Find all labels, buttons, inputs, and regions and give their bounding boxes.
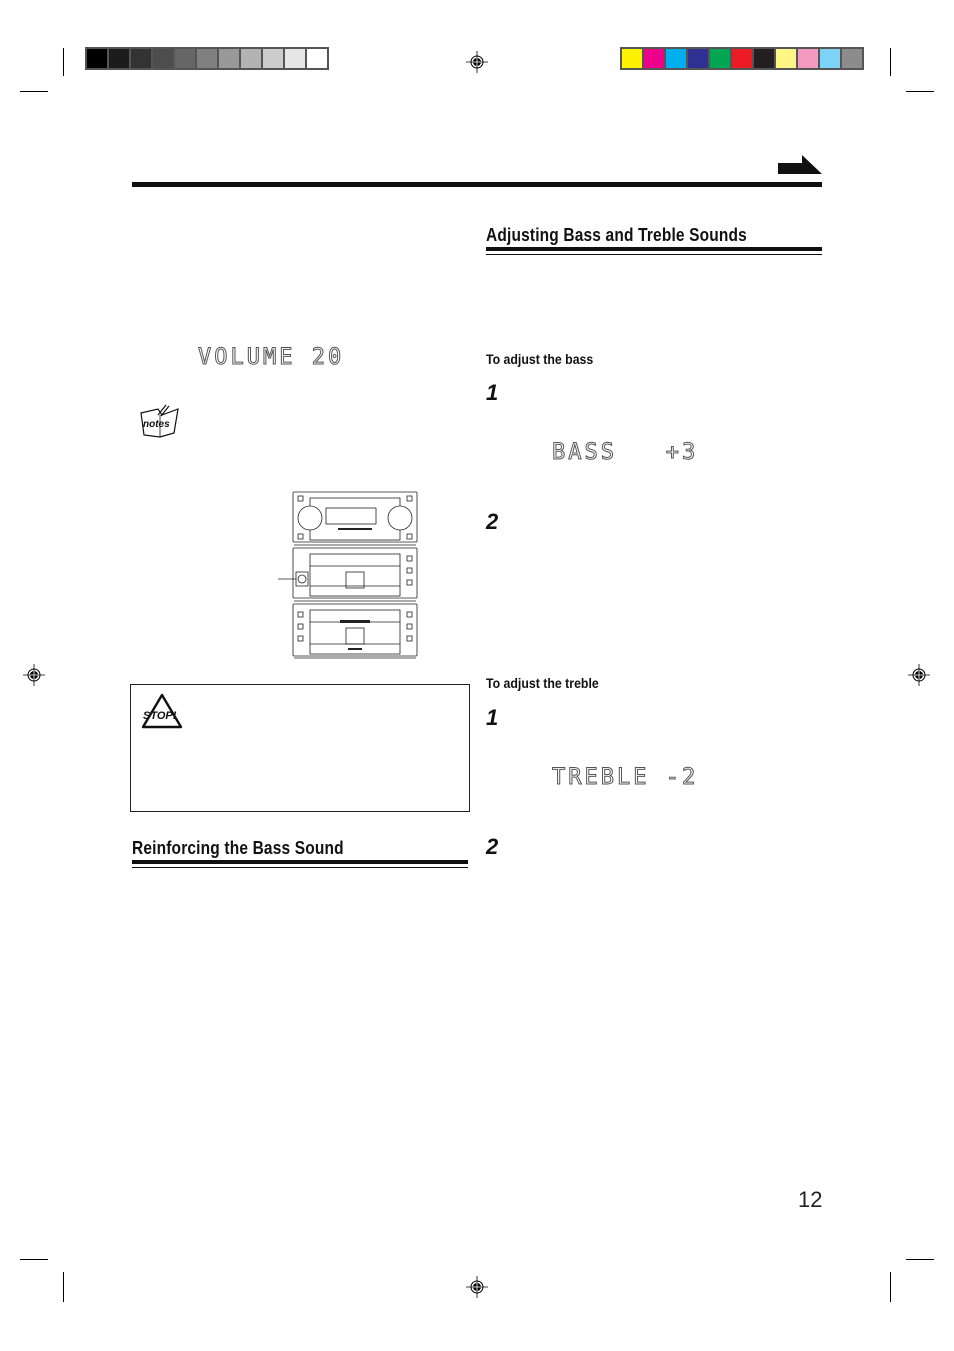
color-swatch: [776, 49, 796, 68]
lcd-display-volume: VOLUME 20: [197, 345, 345, 371]
crop-mark: [906, 1259, 934, 1260]
crop-mark: [63, 48, 64, 76]
continue-arrow-icon: [778, 155, 822, 174]
color-swatch: [754, 49, 774, 68]
crop-mark: [890, 48, 891, 76]
color-swatch: [622, 49, 642, 68]
grayscale-calibration-bar: [85, 47, 329, 70]
registration-mark-icon: [23, 664, 45, 686]
crop-mark: [906, 91, 934, 92]
color-swatch: [666, 49, 686, 68]
lcd-display-treble: TREBLE -2: [551, 765, 699, 791]
crop-mark: [20, 1259, 48, 1260]
stop-icon-label: STOP!: [143, 710, 177, 722]
color-swatch: [307, 49, 327, 68]
registration-mark-icon: [466, 51, 488, 73]
subheading-adjust-bass: To adjust the bass: [486, 351, 594, 367]
caution-box: STOP!: [130, 684, 470, 812]
section-heading-adjusting-bass-treble: Adjusting Bass and Treble Sounds: [486, 225, 747, 245]
color-calibration-bar: [620, 47, 864, 70]
header-rule: [132, 182, 822, 187]
step-number: 2: [486, 834, 499, 859]
stop-warning-icon: STOP!: [141, 693, 183, 729]
step-number: 1: [486, 705, 499, 730]
page-number: 12: [798, 1187, 823, 1212]
color-swatch: [732, 49, 752, 68]
heading-rule: [132, 860, 468, 864]
subheading-adjust-treble: To adjust the treble: [486, 675, 599, 691]
color-swatch: [820, 49, 840, 68]
lcd-display-bass: BASS +3: [551, 440, 699, 466]
color-swatch: [285, 49, 305, 68]
stereo-system-illustration: [278, 491, 418, 659]
crop-mark: [63, 1272, 64, 1302]
color-swatch: [688, 49, 708, 68]
registration-mark-icon: [908, 664, 930, 686]
color-swatch: [197, 49, 217, 68]
color-swatch: [842, 49, 862, 68]
color-swatch: [219, 49, 239, 68]
color-swatch: [263, 49, 283, 68]
heading-rule: [486, 247, 822, 251]
color-swatch: [644, 49, 664, 68]
color-swatch: [798, 49, 818, 68]
crop-mark: [20, 91, 48, 92]
color-swatch: [710, 49, 730, 68]
step-number: 1: [486, 380, 499, 405]
color-swatch: [153, 49, 173, 68]
color-swatch: [131, 49, 151, 68]
section-heading-reinforcing-bass: Reinforcing the Bass Sound: [132, 838, 344, 858]
color-swatch: [241, 49, 261, 68]
registration-mark-icon: [466, 1276, 488, 1298]
heading-rule: [132, 867, 468, 868]
color-swatch: [109, 49, 129, 68]
crop-mark: [890, 1272, 891, 1302]
color-swatch: [175, 49, 195, 68]
notes-icon-label: notes: [143, 419, 170, 430]
heading-rule: [486, 254, 822, 255]
step-number: 2: [486, 509, 499, 534]
notes-icon: notes: [140, 404, 179, 438]
color-swatch: [87, 49, 107, 68]
